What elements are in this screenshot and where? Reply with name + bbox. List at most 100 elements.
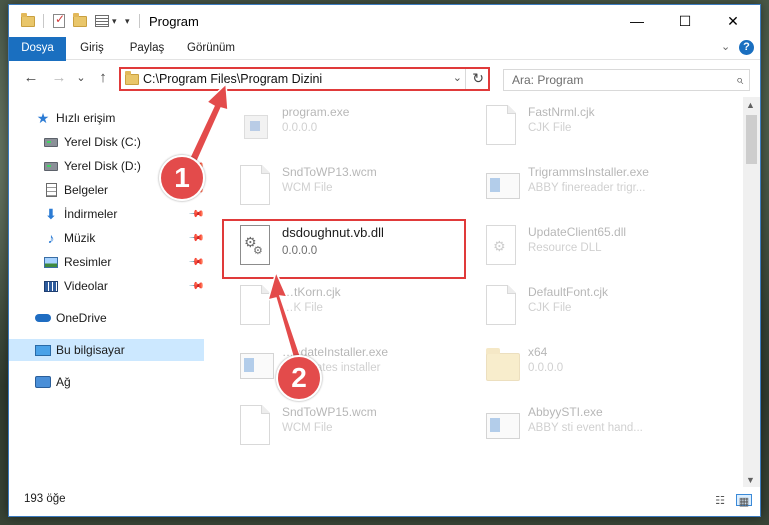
file-item-x64-folder[interactable]: x64 0.0.0.0 [460, 343, 700, 391]
vertical-scrollbar[interactable]: ▲ ▼ [743, 97, 760, 487]
file-type: Resource DLL [528, 242, 602, 254]
ribbon-tabs: Dosya Giriş Paylaş Görünüm ⌄ ? [9, 37, 760, 85]
search-icon[interactable]: ⌕ [736, 72, 743, 88]
dll-gear-icon: ⚙ [486, 225, 516, 265]
pin-icon[interactable]: 📌 [188, 278, 205, 295]
file-item-korn-cjk[interactable]: …tKorn.cjk …K File [214, 283, 454, 331]
drive-icon [43, 135, 59, 149]
file-type: WCM File [282, 182, 333, 194]
computer-icon [35, 343, 51, 357]
tab-share[interactable]: Paylaş [121, 37, 173, 60]
expand-ribbon-icon[interactable]: ⌄ [721, 40, 730, 53]
sidebar-item-downloads[interactable]: ⬇ İndirmeler 📌 [9, 203, 204, 225]
file-type: 0.0.0.0 [282, 122, 318, 134]
file-name: TrigrammsInstaller.exe [528, 165, 649, 179]
chevron-down-icon[interactable]: ▾ [125, 16, 130, 27]
file-type: CJK File [528, 302, 572, 314]
sidebar-item-onedrive[interactable]: OneDrive [9, 307, 204, 329]
properties-check-icon[interactable] [53, 12, 65, 28]
file-item-fastnrml[interactable]: FastNrml.cjk CJK File [460, 103, 700, 151]
help-icon[interactable]: ? [739, 40, 754, 55]
scroll-up-icon[interactable]: ▲ [746, 100, 755, 110]
sidebar-item-music[interactable]: ♪ Müzik 📌 [9, 227, 205, 249]
file-item-updateclient65[interactable]: ⚙ UpdateClient65.dll Resource DLL [460, 223, 700, 271]
file-icon [240, 285, 270, 325]
address-folder-icon [125, 71, 139, 85]
file-name: SndToWP15.wcm [282, 405, 377, 419]
file-item-sndtowp15[interactable]: SndToWP15.wcm WCM File [214, 403, 454, 451]
file-type: WCM File [282, 422, 333, 434]
file-type: …K File [282, 302, 323, 314]
callout-badge-2: 2 [276, 355, 322, 401]
pictures-icon [43, 255, 59, 269]
videos-icon [43, 279, 59, 293]
file-item-defaultfont[interactable]: DefaultFont.cjk CJK File [460, 283, 700, 331]
navigation-bar: ← → ⌄ ↑ C:\Program Files\Program Dizini … [9, 61, 760, 95]
installer-icon [486, 405, 520, 445]
file-item-trigramms-installer[interactable]: TrigrammsInstaller.exe ABBY finereader t… [460, 163, 700, 211]
status-bar: 193 öğe ☷ ▦ [9, 487, 760, 516]
file-name: FastNrml.cjk [528, 105, 595, 119]
file-list: program.exe 0.0.0.0 FastNrml.cjk CJK Fil… [214, 97, 742, 483]
star-icon: ★ [36, 109, 50, 126]
quick-access-toolbar [21, 12, 35, 30]
sidebar-item-label: Resimler [64, 255, 112, 269]
cloud-icon [35, 311, 51, 325]
maximize-button[interactable]: ☐ [662, 5, 708, 37]
sidebar-item-local-disk-c[interactable]: Yerel Disk (C:) [9, 131, 204, 153]
file-item-update-installer[interactable]: …pdateInstaller.exe … updates installer [214, 343, 454, 391]
sidebar-item-label: Belgeler [64, 183, 109, 197]
refresh-icon[interactable]: ↻ [472, 70, 484, 87]
file-name: program.exe [282, 105, 350, 119]
file-item-abbyysti[interactable]: AbbyySTI.exe ABBY sti event hand... [460, 403, 700, 451]
file-item-sndtowp13[interactable]: SndToWP13.wcm WCM File [214, 163, 454, 211]
scrollbar-thumb[interactable] [746, 115, 757, 164]
sidebar-item-label: Yerel Disk (D:) [64, 159, 141, 173]
sidebar-item-pictures[interactable]: Resimler 📌 [9, 251, 205, 273]
search-input[interactable]: Ara: Program ⌕ [503, 69, 750, 91]
recent-locations-button[interactable]: ⌄ [71, 68, 91, 88]
address-bar[interactable]: C:\Program Files\Program Dizini ⌄ ↻ [119, 67, 490, 91]
forward-button[interactable]: → [49, 68, 69, 88]
tiles-view-icon[interactable]: ▦ [736, 494, 752, 508]
exe-icon [240, 105, 270, 145]
sidebar-item-network[interactable]: Ağ [9, 371, 204, 393]
search-placeholder[interactable]: Ara: Program [512, 73, 583, 87]
window-title: Program [149, 14, 199, 29]
file-type: ABBY finereader trigr... [528, 182, 646, 194]
navigation-pane: ★ Hızlı erişim Yerel Disk (C:) Yerel Dis… [9, 97, 205, 477]
pin-icon[interactable]: 📌 [188, 230, 205, 247]
tab-view[interactable]: Görünüm [179, 37, 243, 60]
file-item-program-exe[interactable]: program.exe 0.0.0.0 [214, 103, 454, 151]
installer-icon [486, 165, 520, 205]
customize-toolbar-icon[interactable]: ▾ [112, 16, 117, 27]
music-icon: ♪ [47, 230, 55, 246]
sidebar-item-quick-access[interactable]: ★ Hızlı erişim [9, 107, 204, 129]
sidebar-item-label: Ağ [56, 375, 71, 389]
close-button[interactable]: ✕ [710, 5, 756, 37]
drive-icon [43, 159, 59, 173]
sidebar-item-this-pc[interactable]: Bu bilgisayar [9, 339, 204, 361]
properties-icon[interactable] [95, 15, 109, 27]
file-name: AbbyySTI.exe [528, 405, 603, 419]
item-count: 193 öğe [24, 493, 66, 505]
new-folder-icon[interactable] [73, 12, 87, 27]
sidebar-item-label: Bu bilgisayar [56, 343, 125, 357]
pin-icon[interactable]: 📌 [188, 206, 205, 223]
sidebar-item-videos[interactable]: Videolar 📌 [9, 275, 205, 297]
sidebar-item-label: Yerel Disk (C:) [64, 135, 141, 149]
address-path[interactable]: C:\Program Files\Program Dizini [143, 72, 322, 86]
tab-home[interactable]: Giriş [69, 37, 115, 60]
document-icon [43, 183, 59, 197]
up-button[interactable]: ↑ [93, 68, 113, 88]
back-button[interactable]: ← [21, 68, 41, 88]
scroll-down-icon[interactable]: ▼ [746, 475, 755, 485]
sidebar-item-label: OneDrive [56, 311, 107, 325]
address-divider [465, 69, 466, 89]
address-dropdown-icon[interactable]: ⌄ [453, 71, 462, 84]
minimize-button[interactable]: — [614, 5, 660, 37]
details-view-icon[interactable]: ☷ [712, 494, 728, 507]
file-icon [486, 105, 516, 145]
pin-icon[interactable]: 📌 [188, 254, 205, 271]
network-icon [35, 375, 51, 389]
